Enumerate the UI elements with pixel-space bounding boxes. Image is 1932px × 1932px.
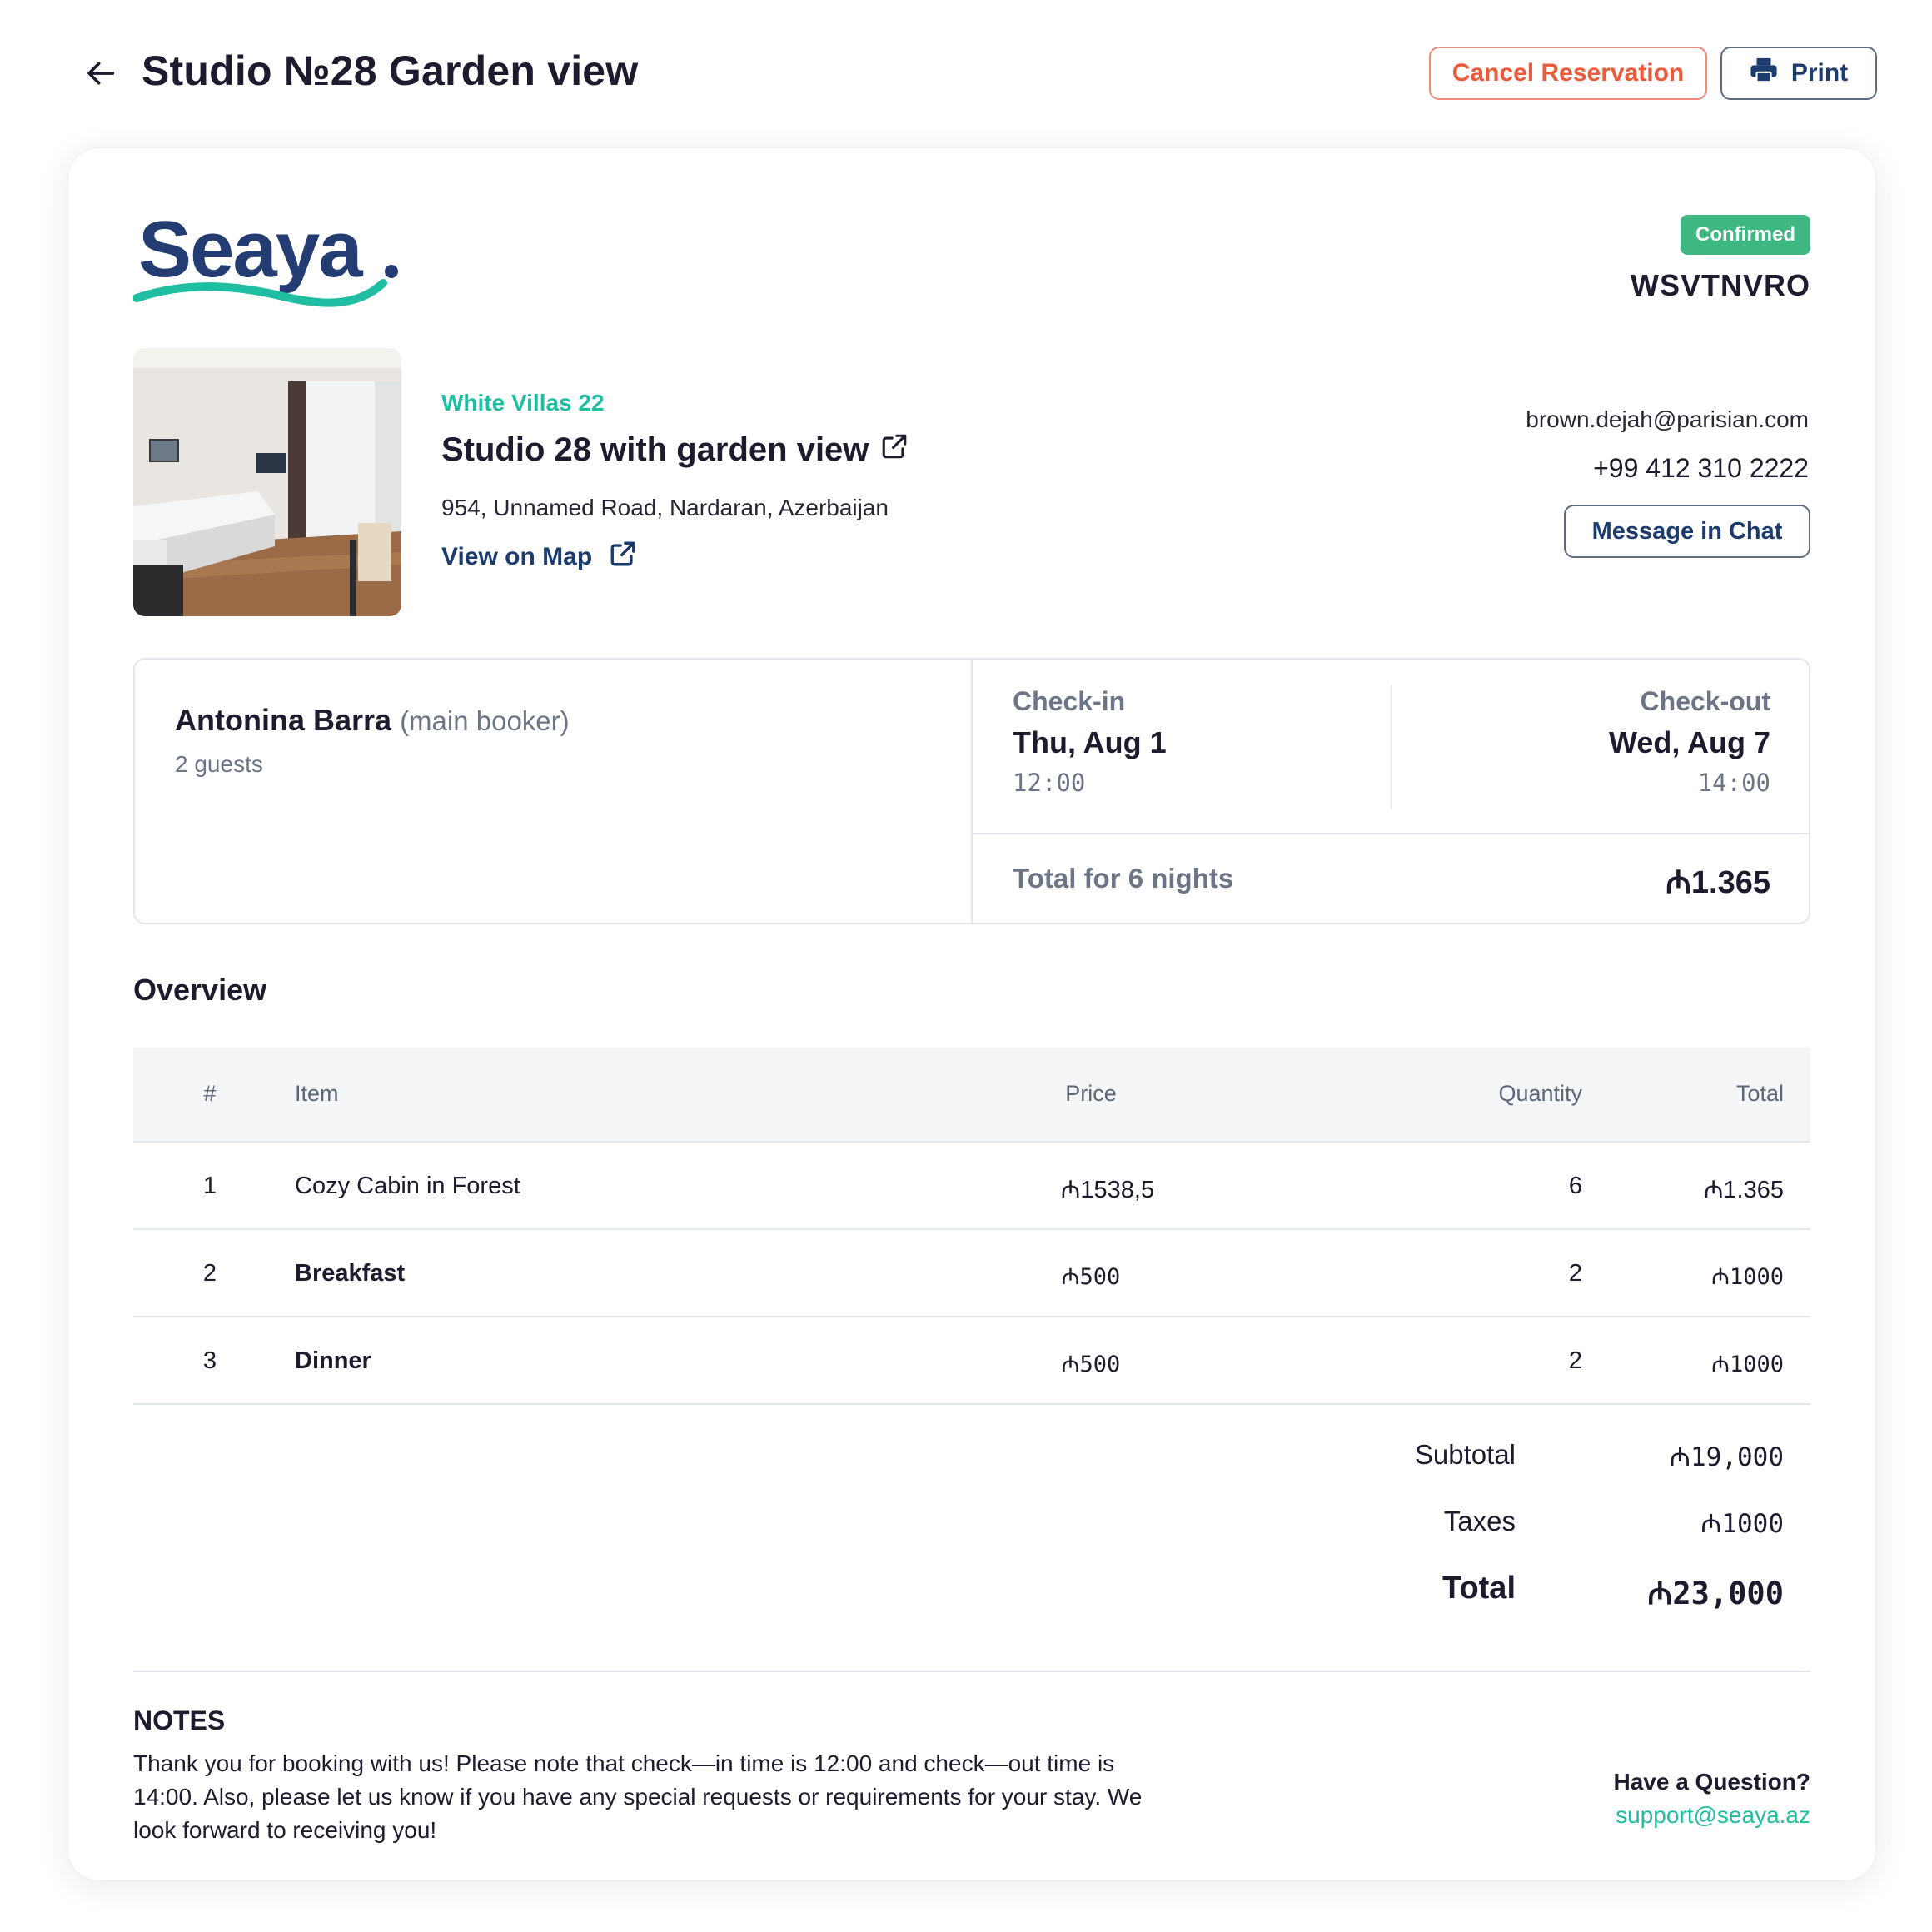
checkout-time: 14:00: [1697, 769, 1770, 797]
row-quantity: 6: [1568, 1173, 1582, 1199]
row-item: Cozy Cabin in Forest: [295, 1173, 520, 1199]
row-total: ₼1000: [1711, 1264, 1784, 1290]
contact-email: brown.dejah@parisian.com: [1526, 406, 1809, 432]
row-price: ₼500: [1061, 1264, 1121, 1290]
svg-text:Seaya: Seaya: [138, 207, 363, 294]
notes-text: Thank you for booking with us! Please no…: [133, 1750, 1143, 1843]
row-total: ₼1000: [1711, 1352, 1784, 1377]
view-on-map-link[interactable]: View on Map: [441, 540, 637, 575]
grand-total-value: ₼23,000: [1647, 1576, 1784, 1611]
back-arrow-icon[interactable]: [80, 52, 123, 95]
room-title[interactable]: Studio 28 with garden view: [441, 431, 909, 469]
printer-icon: [1750, 57, 1778, 90]
table-row: 1 Cozy Cabin in Forest ₼1538,5 6 ₼1.365: [133, 1143, 1810, 1230]
totals-section: Subtotal ₼19,000 Taxes ₼1000 Total ₼23,0…: [133, 1422, 1810, 1672]
table-header: # Item Price Quantity Total: [133, 1048, 1810, 1143]
row-price: ₼1538,5: [1060, 1177, 1155, 1203]
property-address: 954, Unnamed Road, Nardaran, Azerbaijan: [441, 495, 889, 520]
checkout-date: Wed, Aug 7: [1608, 725, 1770, 759]
guest-count: 2 guests: [175, 751, 263, 777]
taxes-value: ₼1000: [1700, 1509, 1784, 1539]
row-quantity: 2: [1568, 1347, 1582, 1374]
taxes-label: Taxes: [1443, 1506, 1516, 1536]
page-title: Studio №28 Garden view: [142, 47, 639, 94]
column-header-item: Item: [295, 1081, 339, 1106]
status-badge: Confirmed: [1681, 215, 1810, 255]
guest-role: (main booker): [400, 705, 570, 736]
row-index: 3: [202, 1347, 217, 1374]
reservation-card: Seaya Confirmed WSVTNVRO White Villas 22…: [68, 148, 1875, 1880]
row-index: 1: [202, 1173, 217, 1199]
guest-section: Antonina Barra (main booker) 2 guests: [135, 660, 973, 923]
support-email-link[interactable]: support@seaya.az: [1616, 1802, 1810, 1829]
contact-phone: +99 412 310 2222: [1593, 453, 1809, 483]
view-on-map-label: View on Map: [441, 543, 593, 570]
room-photo: [133, 348, 401, 616]
overview-title: Overview: [133, 973, 267, 1007]
subtotal-label: Subtotal: [1414, 1439, 1516, 1470]
question-heading: Have a Question?: [1613, 1769, 1810, 1795]
room-title-text: Studio 28 with garden view: [441, 431, 869, 468]
print-button[interactable]: Print: [1720, 47, 1877, 100]
external-link-icon: [609, 540, 637, 575]
table-row: 3 Dinner ₼500 2 ₼1000: [133, 1317, 1810, 1405]
top-bar: Studio №28 Garden view Cancel Reservatio…: [0, 0, 1932, 150]
checkin-time: 12:00: [1013, 769, 1086, 797]
row-item: Dinner: [295, 1347, 371, 1374]
checkin-label: Check-in: [1013, 686, 1126, 716]
nights-total-row: Total for 6 nights ₼1.365: [973, 833, 1810, 923]
checkin-date: Thu, Aug 1: [1013, 725, 1167, 759]
checkout-section: Check-out Wed, Aug 7 14:00: [1392, 660, 1810, 834]
property-name: White Villas 22: [441, 390, 605, 416]
booking-code: WSVTNVRO: [1630, 268, 1810, 302]
column-header-index: #: [203, 1081, 217, 1106]
row-item: Breakfast: [295, 1260, 406, 1287]
overview-table: # Item Price Quantity Total 1 Cozy Cabin…: [133, 1048, 1810, 1405]
checkin-section: Check-in Thu, Aug 1 12:00: [973, 685, 1392, 809]
booking-summary: Antonina Barra (main booker) 2 guests Ch…: [133, 658, 1810, 924]
subtotal-value: ₼19,000: [1669, 1442, 1784, 1472]
row-quantity: 2: [1568, 1260, 1582, 1287]
row-price: ₼500: [1061, 1352, 1121, 1377]
column-header-total: Total: [1735, 1081, 1784, 1106]
guest-name: Antonina Barra: [175, 703, 392, 737]
guest-name-line: Antonina Barra (main booker): [175, 703, 570, 738]
grand-total-label: Total: [1442, 1571, 1516, 1606]
row-total: ₼1.365: [1703, 1177, 1784, 1203]
notes-title: NOTES: [133, 1705, 226, 1735]
column-header-quantity: Quantity: [1498, 1081, 1582, 1106]
external-link-icon: [880, 431, 909, 469]
message-in-chat-button[interactable]: Message in Chat: [1564, 505, 1810, 558]
print-label: Print: [1790, 59, 1849, 87]
seaya-logo: Seaya: [132, 205, 408, 319]
row-index: 2: [202, 1260, 217, 1287]
column-header-price: Price: [1065, 1081, 1117, 1106]
nights-total: ₼1.365: [1666, 865, 1770, 900]
cancel-reservation-button[interactable]: Cancel Reservation: [1429, 47, 1707, 100]
checkout-label: Check-out: [1640, 686, 1770, 716]
table-row: 2 Breakfast ₼500 2 ₼1000: [133, 1230, 1810, 1317]
nights-label: Total for 6 nights: [1013, 863, 1234, 894]
